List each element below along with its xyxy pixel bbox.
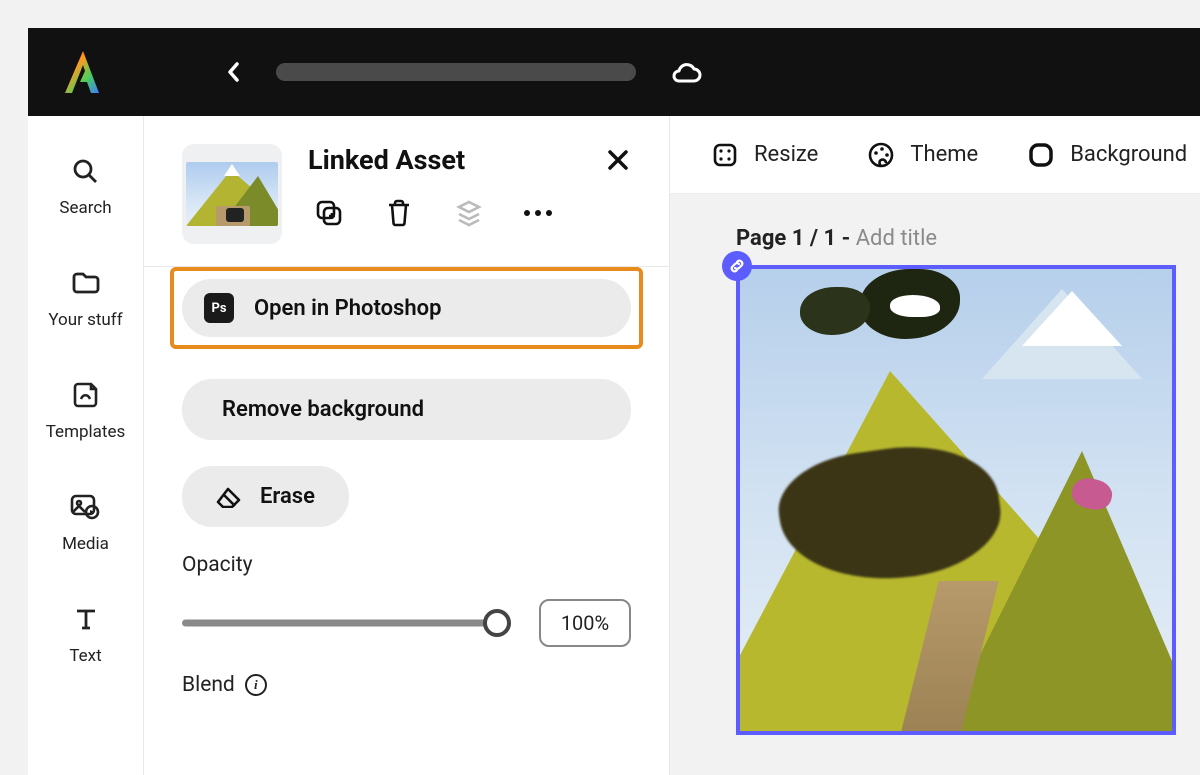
rail-search[interactable]: Search (59, 156, 111, 218)
asset-action-row (308, 198, 633, 228)
remove-background-label: Remove background (222, 397, 424, 422)
templates-icon (71, 380, 101, 410)
left-rail: Search Your stuff Templates Media (28, 116, 144, 775)
eraser-icon (216, 485, 244, 509)
panel-header: Linked Asset (144, 116, 669, 267)
theme-tool[interactable]: Theme (866, 140, 978, 170)
slider-thumb[interactable] (483, 609, 511, 637)
rail-media-label: Media (62, 534, 109, 554)
selected-artboard[interactable] (736, 265, 1176, 735)
top-bar (28, 28, 1200, 116)
media-icon (70, 492, 100, 522)
theme-label: Theme (910, 142, 978, 167)
page-title-placeholder: Add title (856, 226, 937, 251)
rail-text[interactable]: Text (69, 604, 101, 666)
background-icon (1026, 140, 1056, 170)
opacity-value-input[interactable]: 100% (539, 599, 631, 647)
panel-title: Linked Asset (308, 144, 465, 176)
info-icon[interactable]: i (245, 674, 267, 696)
open-in-photoshop-button[interactable]: Ps Open in Photoshop (182, 279, 631, 337)
more-options-button[interactable] (524, 210, 552, 216)
properties-panel: Linked Asset (144, 116, 670, 775)
rail-text-label: Text (69, 646, 101, 666)
rail-your-stuff-label: Your stuff (48, 310, 122, 330)
page-indicator[interactable]: Page 1 / 1 - Add title (736, 226, 1200, 251)
rail-media[interactable]: Media (62, 492, 109, 554)
open-in-photoshop-label: Open in Photoshop (254, 296, 441, 321)
opacity-label: Opacity (182, 553, 631, 577)
resize-label: Resize (754, 142, 818, 167)
back-button[interactable] (220, 58, 248, 86)
folder-icon (71, 268, 101, 298)
blend-label: Blend (182, 673, 235, 697)
rail-templates[interactable]: Templates (46, 380, 126, 442)
remove-background-button[interactable]: Remove background (182, 379, 631, 440)
background-tool[interactable]: Background (1026, 140, 1187, 170)
main-row: Search Your stuff Templates Media (28, 116, 1200, 775)
address-bar-placeholder[interactable] (276, 63, 636, 81)
text-icon (71, 604, 101, 634)
close-panel-button[interactable] (603, 145, 633, 175)
canvas-stage: Page 1 / 1 - Add title (670, 194, 1200, 775)
delete-button[interactable] (384, 198, 414, 228)
page-number: Page 1 / 1 - (736, 226, 856, 251)
resize-tool[interactable]: Resize (710, 140, 818, 170)
photoshop-icon: Ps (204, 293, 234, 323)
search-icon (70, 156, 100, 186)
rail-templates-label: Templates (46, 422, 126, 442)
layer-order-button (454, 198, 484, 228)
adobe-logo-icon (64, 47, 102, 97)
open-in-photoshop-highlight: Ps Open in Photoshop (170, 267, 643, 349)
theme-icon (866, 140, 896, 170)
blend-section: Blend i (182, 673, 631, 697)
rail-your-stuff[interactable]: Your stuff (48, 268, 122, 330)
app-shell: Search Your stuff Templates Media (28, 28, 1200, 775)
cloud-sync-icon[interactable] (670, 58, 702, 86)
asset-thumbnail[interactable] (182, 144, 282, 244)
linked-asset-badge-icon[interactable] (722, 251, 752, 281)
background-label: Background (1070, 142, 1187, 167)
erase-button[interactable]: Erase (182, 466, 349, 527)
resize-icon (710, 140, 740, 170)
rail-search-label: Search (59, 198, 111, 218)
duplicate-button[interactable] (314, 198, 344, 228)
erase-label: Erase (260, 484, 315, 509)
opacity-slider[interactable] (182, 611, 509, 635)
canvas-toolbar: Resize Theme Background (670, 116, 1200, 194)
canvas-area: Resize Theme Background Page 1 (670, 116, 1200, 775)
